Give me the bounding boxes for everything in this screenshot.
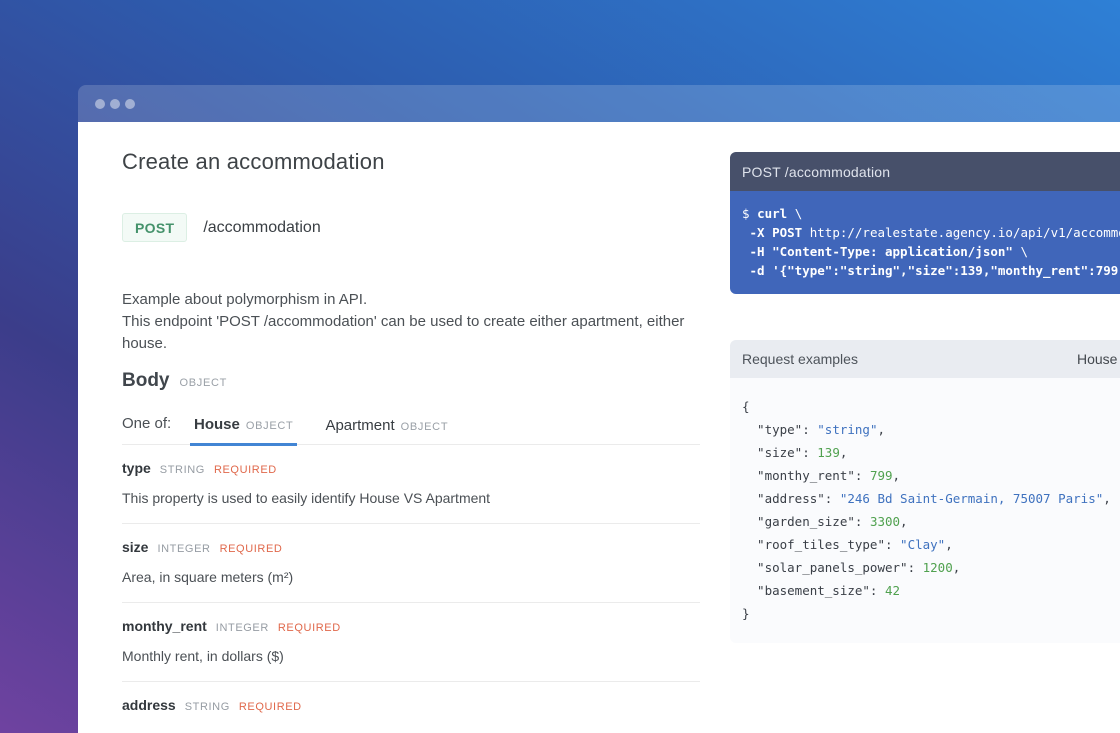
page-title: Create an accommodation [122,148,700,176]
property-section: address STRING REQUIRED [122,682,700,733]
json-code-line: "roof_tiles_type": "Clay", [742,533,1120,556]
example-selector-dropdown[interactable]: House [1077,340,1117,378]
description-line: This endpoint 'POST /accommodation' can … [122,311,700,355]
request-examples-title: Request examples [742,351,858,367]
body-section-heading: Body OBJECT [122,370,700,392]
body-heading-label: Body [122,370,170,392]
property-required-badge: REQUIRED [239,701,302,713]
property-name: monthy_rent [122,618,207,634]
endpoint-path: /accommodation [203,219,320,237]
curl-code-block: $ curl \ -X POST http://realestate.agenc… [730,191,1120,294]
tab-apartment[interactable]: Apartment OBJECT [321,417,452,444]
tab-apartment-label: Apartment [325,417,394,434]
tab-house-type: OBJECT [246,420,294,432]
curl-example-panel: POST /accommodation $ curl \ -X POST htt… [730,152,1120,294]
curl-code-line: -H "Content-Type: application/json" \ [742,242,1120,261]
json-example-block: { "type": "string", "size": 139, "monthy… [730,378,1120,643]
curl-code-line: -d '{"type":"string","size":139,"monthy_… [742,261,1120,280]
property-header: size INTEGER REQUIRED [122,539,700,555]
property-type: INTEGER [157,543,210,555]
property-header: monthy_rent INTEGER REQUIRED [122,618,700,634]
curl-code-line: -X POST http://realestate.agency.io/api/… [742,223,1120,242]
property-type: STRING [185,701,230,713]
curl-panel-header: POST /accommodation [730,152,1120,191]
tab-house[interactable]: House OBJECT [190,416,297,446]
property-type: INTEGER [216,622,269,634]
request-examples-panel: Request examples House { "type": "string… [730,340,1120,643]
json-code-line: "basement_size": 42 [742,579,1120,602]
property-header: address STRING REQUIRED [122,697,700,713]
json-code-line: "monthy_rent": 799, [742,464,1120,487]
window-control-icon[interactable] [110,99,120,109]
json-code-line: } [742,602,1120,625]
endpoint-row: POST /accommodation [122,213,700,242]
json-code-line: { [742,395,1120,418]
one-of-label: One of: [122,415,190,444]
curl-code-line: $ curl \ [742,204,1120,223]
property-required-badge: REQUIRED [214,464,277,476]
endpoint-description: Example about polymorphism in API. This … [122,289,700,355]
property-type: STRING [160,464,205,476]
page-background: Create an accommodation POST /accommodat… [0,0,1120,733]
property-section: size INTEGER REQUIRED Area, in square me… [122,524,700,603]
body-heading-type: OBJECT [180,377,228,389]
docs-card: Create an accommodation POST /accommodat… [78,122,1120,733]
property-header: type STRING REQUIRED [122,460,700,476]
property-description: This property is used to easily identify… [122,488,700,508]
json-code-line: "solar_panels_power": 1200, [742,556,1120,579]
property-required-badge: REQUIRED [220,543,283,555]
property-section: monthy_rent INTEGER REQUIRED Monthly ren… [122,603,700,682]
request-examples-header: Request examples House [730,340,1120,378]
endpoint-docs-column: Create an accommodation POST /accommodat… [122,148,700,733]
property-description: Area, in square meters (m²) [122,567,700,587]
tab-apartment-type: OBJECT [401,421,449,433]
description-line: Example about polymorphism in API. [122,289,700,311]
json-code-line: "type": "string", [742,418,1120,441]
json-code-line: "address": "246 Bd Saint-Germain, 75007 … [742,487,1120,510]
json-code-line: "garden_size": 3300, [742,510,1120,533]
window-control-icon[interactable] [125,99,135,109]
property-description: Monthly rent, in dollars ($) [122,646,700,666]
property-required-badge: REQUIRED [278,622,341,634]
browser-titlebar [78,85,1120,122]
property-name: size [122,539,148,555]
property-section: type STRING REQUIRED This property is us… [122,445,700,524]
tab-house-label: House [194,416,240,433]
json-code-line: "size": 139, [742,441,1120,464]
window-control-icon[interactable] [95,99,105,109]
property-name: address [122,697,176,713]
one-of-tabs: One of: House OBJECT Apartment OBJECT [122,415,700,445]
property-name: type [122,460,151,476]
http-method-badge: POST [122,213,187,242]
